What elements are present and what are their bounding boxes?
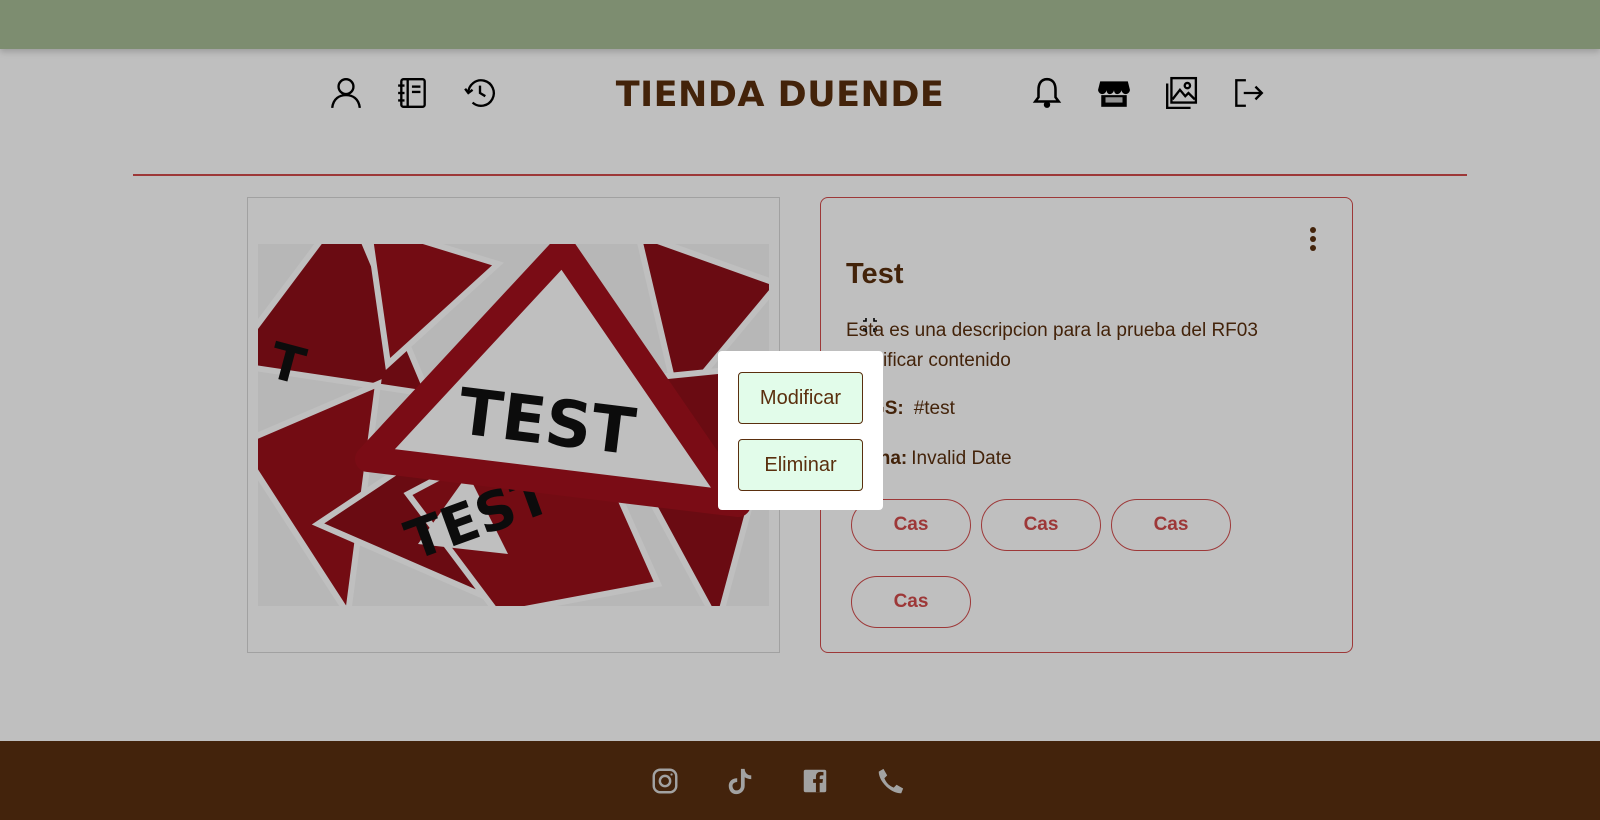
delete-button[interactable]: Eliminar [738,439,863,491]
modify-button[interactable]: Modificar [738,372,863,424]
move-cursor-icon [863,318,877,332]
options-menu: Modificar Eliminar [718,351,883,510]
